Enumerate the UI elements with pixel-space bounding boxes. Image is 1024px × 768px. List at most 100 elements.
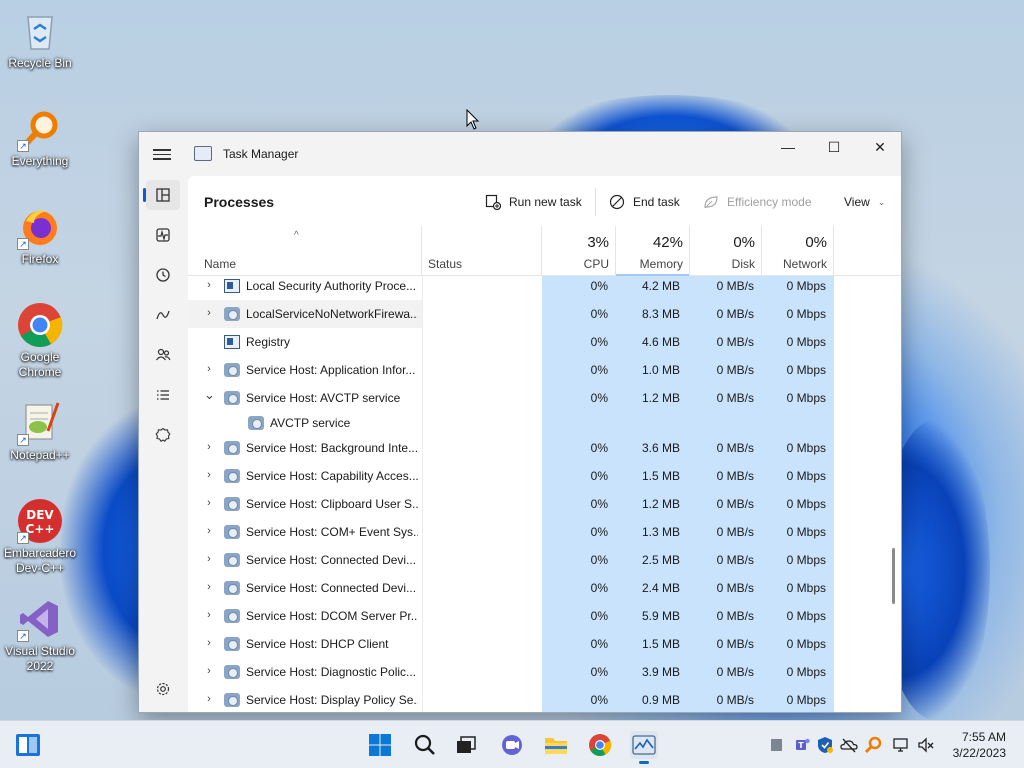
process-name-cell: ⌄ Service Host: AVCTP service [188, 384, 422, 412]
process-row[interactable]: › Service Host: Background Inte... 0% 3.6 M… [188, 434, 834, 462]
expand-chevron-icon[interactable]: › [204, 581, 214, 593]
run-new-task-button[interactable]: Run new task [479, 189, 588, 215]
task-manager-taskbar-icon[interactable] [630, 731, 658, 764]
file-explorer-icon[interactable] [542, 731, 570, 759]
column-header-cpu[interactable]: 3% CPU [542, 226, 616, 276]
process-cpu-value: 0% [590, 307, 608, 321]
desktop-icon-notepad-plus-plus[interactable]: ↗ Notepad++ [2, 400, 78, 463]
column-header-disk[interactable]: 0% Disk [690, 226, 762, 276]
svg-text:T: T [798, 741, 804, 750]
expand-chevron-icon[interactable]: › [204, 525, 214, 537]
desktop-icon-label: Recycle Bin [8, 56, 72, 70]
search-icon[interactable] [411, 731, 439, 759]
nav-details-icon[interactable] [146, 380, 180, 410]
process-memory-value: 4.2 MB [641, 279, 680, 293]
expand-chevron-icon[interactable]: › [204, 307, 214, 319]
nav-users-icon[interactable] [146, 340, 180, 370]
desktop-icon-google-chrome[interactable]: Google Chrome [2, 302, 78, 380]
hamburger-menu-icon[interactable] [153, 146, 171, 162]
shortcut-arrow-icon: ↗ [17, 140, 29, 152]
visual-studio-icon: ↗ [17, 596, 63, 642]
nav-settings-gear-icon[interactable] [146, 674, 180, 704]
teams-icon[interactable]: T [793, 736, 811, 754]
table-header: ^ Name Status 3% CPU 42% Memory 0% Disk … [188, 226, 901, 276]
expand-chevron-icon[interactable]: › [204, 665, 214, 677]
widgets-icon[interactable] [14, 731, 42, 759]
chrome-taskbar-icon[interactable] [586, 731, 614, 759]
end-task-button[interactable]: End task [603, 189, 686, 215]
clock[interactable]: 7:55 AM 3/22/2023 [953, 729, 1006, 761]
vertical-scrollbar[interactable] [892, 548, 895, 604]
service-list-item[interactable]: AVCTP service [188, 409, 834, 437]
title-bar[interactable]: Task Manager — ☐ ✕ [139, 132, 901, 176]
process-row[interactable]: › Service Host: DHCP Client 0% 1.5 MB 0 MB/s… [188, 630, 834, 658]
nav-startup-apps-icon[interactable] [146, 300, 180, 330]
expand-chevron-icon[interactable]: › [204, 441, 214, 453]
collapse-chevron-icon[interactable]: ⌄ [204, 387, 215, 403]
expand-chevron-icon[interactable]: › [204, 553, 214, 565]
nav-services-icon[interactable] [146, 420, 180, 450]
application-window-icon [224, 335, 240, 349]
clock-date: 3/22/2023 [952, 746, 1006, 760]
maximize-button[interactable]: ☐ [811, 132, 857, 162]
column-header-name[interactable]: ^ Name [188, 226, 422, 276]
desktop-icon-dev-cpp[interactable]: DEV C++ ↗ Embarcadero Dev-C++ [2, 498, 78, 576]
nav-app-history-icon[interactable] [146, 260, 180, 290]
expand-chevron-icon[interactable]: › [204, 279, 214, 291]
service-gear-icon [248, 416, 264, 430]
chat-icon[interactable] [498, 731, 526, 759]
minimize-button[interactable]: — [765, 132, 811, 162]
expand-chevron-icon[interactable]: › [204, 363, 214, 375]
process-row[interactable]: › Service Host: Connected Devi... 0% 2.5 MB… [188, 546, 834, 574]
expand-chevron-icon[interactable]: › [204, 637, 214, 649]
onedrive-offline-icon[interactable] [840, 736, 858, 754]
volume-muted-icon[interactable] [917, 736, 935, 754]
desktop-icon-everything[interactable]: ↗ Everything [2, 106, 78, 169]
process-row[interactable]: ⌄ Service Host: AVCTP service 0% 1.2 MB 0 MB… [188, 384, 834, 412]
process-cpu-value: 0% [590, 441, 608, 455]
process-row[interactable]: › Service Host: DCOM Server Pr... 0% 5.9 MB… [188, 602, 834, 630]
efficiency-mode-button[interactable]: Efficiency mode [697, 189, 818, 215]
process-row[interactable]: › Service Host: Diagnostic Polic... 0% 3.9 … [188, 658, 834, 686]
desktop-icon-label: Firefox [21, 252, 59, 266]
everything-tray-icon[interactable] [864, 736, 882, 754]
process-name-cell: › Service Host: Connected Devi... [188, 574, 422, 602]
expand-chevron-icon[interactable]: › [204, 497, 214, 509]
nav-processes-icon[interactable] [143, 180, 180, 210]
task-view-icon[interactable] [452, 731, 480, 759]
process-network-value: 0 Mbps [786, 469, 826, 483]
task-manager-window: Task Manager — ☐ ✕ Processes Run new tas… [138, 131, 902, 713]
column-header-status[interactable]: Status [422, 226, 542, 276]
desktop-icon-firefox[interactable]: ↗ Firefox [2, 204, 78, 267]
process-row[interactable]: › Service Host: Capability Acces... 0% 1.5 … [188, 462, 834, 490]
column-header-memory[interactable]: 42% Memory [616, 226, 690, 276]
view-menu-button[interactable]: View ⌄ [838, 189, 891, 215]
process-row[interactable]: › LocalServiceNoNetworkFirewa... 0% 8.3 MB 0… [188, 300, 834, 328]
tray-app-icon[interactable] [767, 736, 785, 754]
desktop-icon-recycle-bin[interactable]: Recycle Bin [2, 8, 78, 71]
process-row[interactable]: › Service Host: COM+ Event Sys... 0% 1.3 MB… [188, 518, 834, 546]
windows-security-shield-icon[interactable] [816, 736, 834, 754]
desktop-icon-visual-studio[interactable]: ↗ Visual Studio 2022 [2, 596, 78, 674]
process-disk-value: 0 MB/s [716, 279, 754, 293]
nav-performance-icon[interactable] [146, 220, 180, 250]
process-row[interactable]: › Local Security Authority Proce... 0% 4.2 … [188, 276, 834, 300]
start-button-windows-icon[interactable] [366, 731, 394, 759]
expand-chevron-icon[interactable]: › [204, 609, 214, 621]
expand-chevron-icon[interactable]: › [204, 469, 214, 481]
process-row[interactable]: Registry 0% 4.6 MB 0 MB/s 0 Mbps [188, 328, 834, 356]
process-row[interactable]: › Service Host: Connected Devi... 0% 2.4 MB… [188, 574, 834, 602]
close-button[interactable]: ✕ [857, 132, 901, 162]
process-memory-value: 0.9 MB [641, 693, 680, 707]
toolbar: Processes Run new task End task Efficien… [188, 176, 901, 226]
network-ethernet-icon[interactable] [892, 736, 910, 754]
cpu-total-value: 3% [587, 234, 609, 251]
expand-chevron-icon[interactable]: › [204, 693, 214, 705]
process-row[interactable]: › Service Host: Clipboard User S... 0% 1.2 … [188, 490, 834, 518]
column-header-network[interactable]: 0% Network [762, 226, 834, 276]
process-name-cell: › Service Host: COM+ Event Sys... [188, 518, 422, 546]
process-row[interactable]: › Service Host: Application Infor... 0% 1.0… [188, 356, 834, 384]
process-network-value: 0 Mbps [786, 363, 826, 377]
process-row[interactable]: › Service Host: Display Policy Se... 0% 0.9… [188, 686, 834, 712]
process-network-value: 0 Mbps [786, 391, 826, 405]
